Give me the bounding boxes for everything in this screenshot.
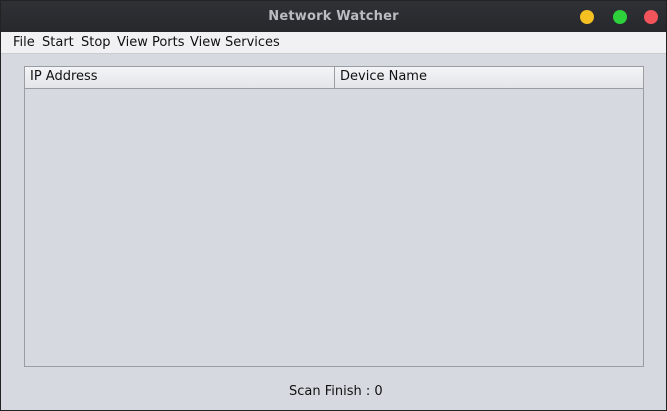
maximize-button[interactable] <box>613 10 627 24</box>
table-header: IP Address Device Name <box>25 67 643 89</box>
menu-bar: File Start Stop View Ports View Services <box>1 32 666 54</box>
close-button[interactable] <box>644 10 658 24</box>
column-header-ip-address[interactable]: IP Address <box>25 67 335 88</box>
app-window: Network Watcher File Start Stop View Por… <box>0 0 667 411</box>
menu-view-ports[interactable]: View Ports <box>117 34 185 51</box>
column-header-device-name[interactable]: Device Name <box>335 67 643 88</box>
title-bar[interactable]: Network Watcher <box>1 1 666 32</box>
devices-table[interactable]: IP Address Device Name <box>24 66 644 367</box>
scan-status-label: Scan Finish : 0 <box>289 384 383 399</box>
menu-start[interactable]: Start <box>42 34 74 51</box>
menu-stop[interactable]: Stop <box>81 34 111 51</box>
window-title: Network Watcher <box>268 9 399 24</box>
table-body[interactable] <box>25 88 643 366</box>
menu-view-services[interactable]: View Services <box>190 34 280 51</box>
menu-file[interactable]: File <box>13 34 35 51</box>
minimize-button[interactable] <box>580 10 594 24</box>
